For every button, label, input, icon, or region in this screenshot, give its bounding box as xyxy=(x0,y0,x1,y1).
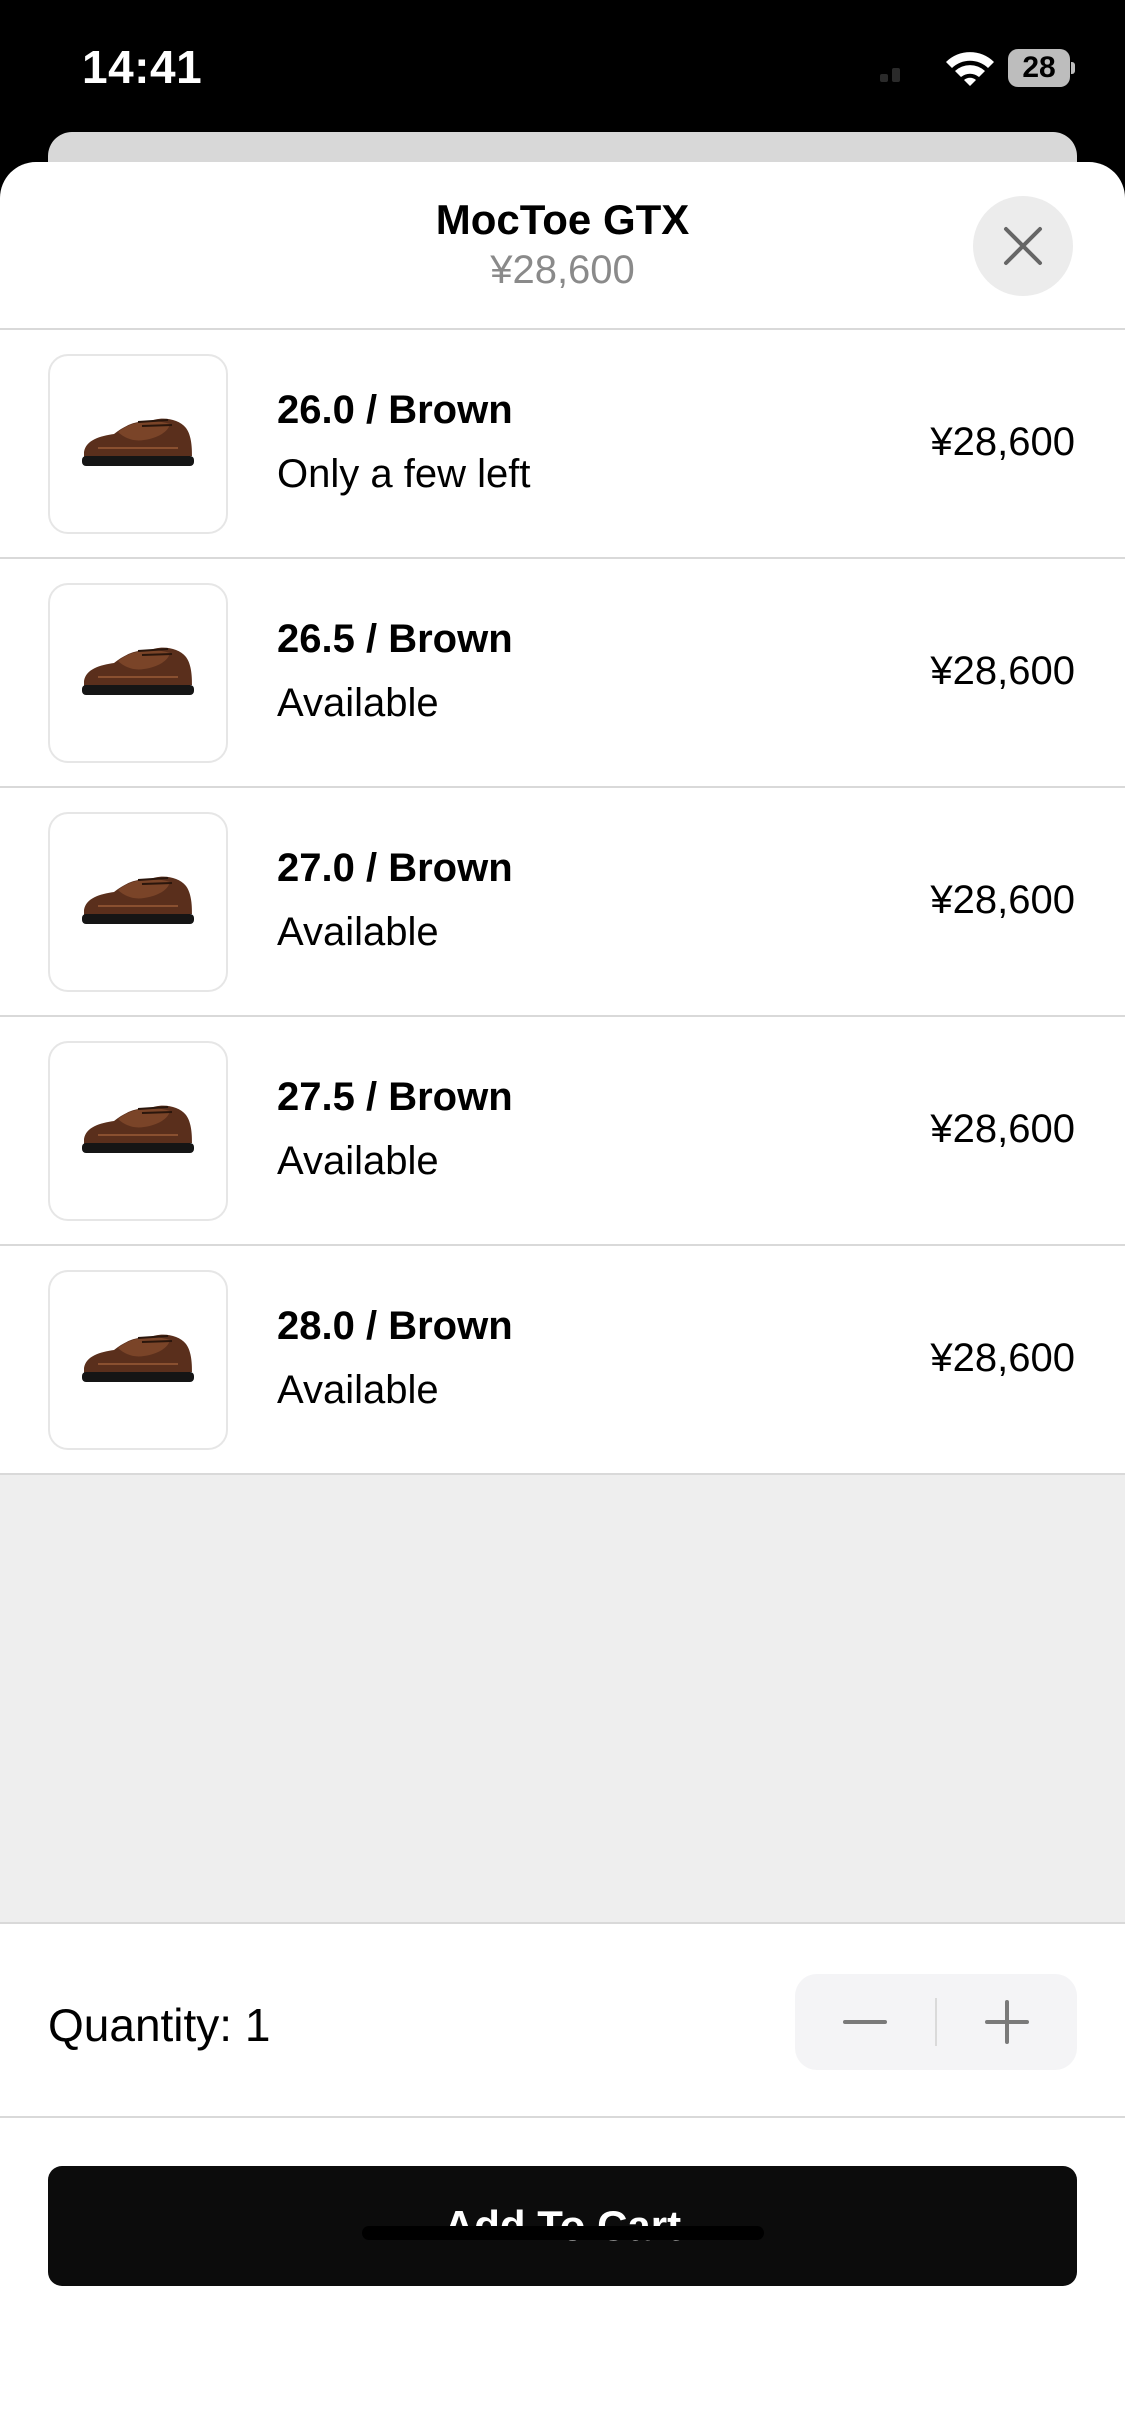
variant-status: Available xyxy=(277,1368,439,1412)
variant-price: ¥28,600 xyxy=(930,878,1075,922)
shoe-image xyxy=(82,418,194,466)
signal-icon xyxy=(880,68,910,82)
variant-thumbnail xyxy=(48,583,228,763)
minus-icon xyxy=(843,2020,887,2024)
wifi-icon xyxy=(944,48,996,88)
variant-thumbnail xyxy=(48,1270,228,1450)
variant-status: Available xyxy=(277,910,439,954)
variant-title: 27.0 / Brown xyxy=(277,846,513,890)
variant-row[interactable]: 27.0 / Brown Available ¥28,600 xyxy=(0,788,1125,1017)
decrease-quantity-button[interactable] xyxy=(795,1974,935,2070)
shoe-image xyxy=(82,876,194,924)
sheet-header: MocToe GTX ¥28,600 xyxy=(0,162,1125,330)
increase-quantity-button[interactable] xyxy=(937,1974,1077,2070)
close-button[interactable] xyxy=(973,196,1073,296)
variant-status: Available xyxy=(277,1139,439,1183)
variant-row[interactable]: 26.5 / Brown Available ¥28,600 xyxy=(0,559,1125,788)
shoe-image xyxy=(82,1105,194,1153)
variant-picker-sheet: MocToe GTX ¥28,600 26.0 / Brown Only a f… xyxy=(0,162,1125,2436)
variant-price: ¥28,600 xyxy=(930,1336,1075,1380)
quantity-stepper xyxy=(795,1974,1077,2070)
battery-icon: 28 xyxy=(1008,49,1075,87)
variant-list: 26.0 / Brown Only a few left ¥28,600 26.… xyxy=(0,330,1125,1475)
shoe-image xyxy=(82,647,194,695)
variant-title: 27.5 / Brown xyxy=(277,1075,513,1119)
variant-title: 26.0 / Brown xyxy=(277,388,513,432)
product-price: ¥28,600 xyxy=(490,248,635,292)
variant-title: 28.0 / Brown xyxy=(277,1304,513,1348)
status-time: 14:41 xyxy=(82,41,203,93)
variant-thumbnail xyxy=(48,1041,228,1221)
variant-title: 26.5 / Brown xyxy=(277,617,513,661)
list-empty-area xyxy=(0,1475,1125,1924)
variant-thumbnail xyxy=(48,354,228,534)
battery-level: 28 xyxy=(1022,51,1056,84)
variant-status: Available xyxy=(277,681,439,725)
quantity-bar: Quantity: 1 xyxy=(0,1924,1125,2118)
variant-row[interactable]: 28.0 / Brown Available ¥28,600 xyxy=(0,1246,1125,1475)
status-bar: 14:41 28 xyxy=(0,0,1125,140)
variant-thumbnail xyxy=(48,812,228,992)
variant-price: ¥28,600 xyxy=(930,1107,1075,1151)
shoe-image xyxy=(82,1334,194,1382)
variant-status: Only a few left xyxy=(277,452,531,496)
close-icon xyxy=(1004,227,1042,265)
plus-icon xyxy=(985,2000,1029,2044)
variant-price: ¥28,600 xyxy=(930,420,1075,464)
product-name: MocToe GTX xyxy=(435,196,690,243)
quantity-label: Quantity: 1 xyxy=(48,1999,271,2051)
variant-row[interactable]: 27.5 / Brown Available ¥28,600 xyxy=(0,1017,1125,1246)
variant-row[interactable]: 26.0 / Brown Only a few left ¥28,600 xyxy=(0,330,1125,559)
home-indicator[interactable] xyxy=(362,2226,764,2240)
variant-price: ¥28,600 xyxy=(930,649,1075,693)
